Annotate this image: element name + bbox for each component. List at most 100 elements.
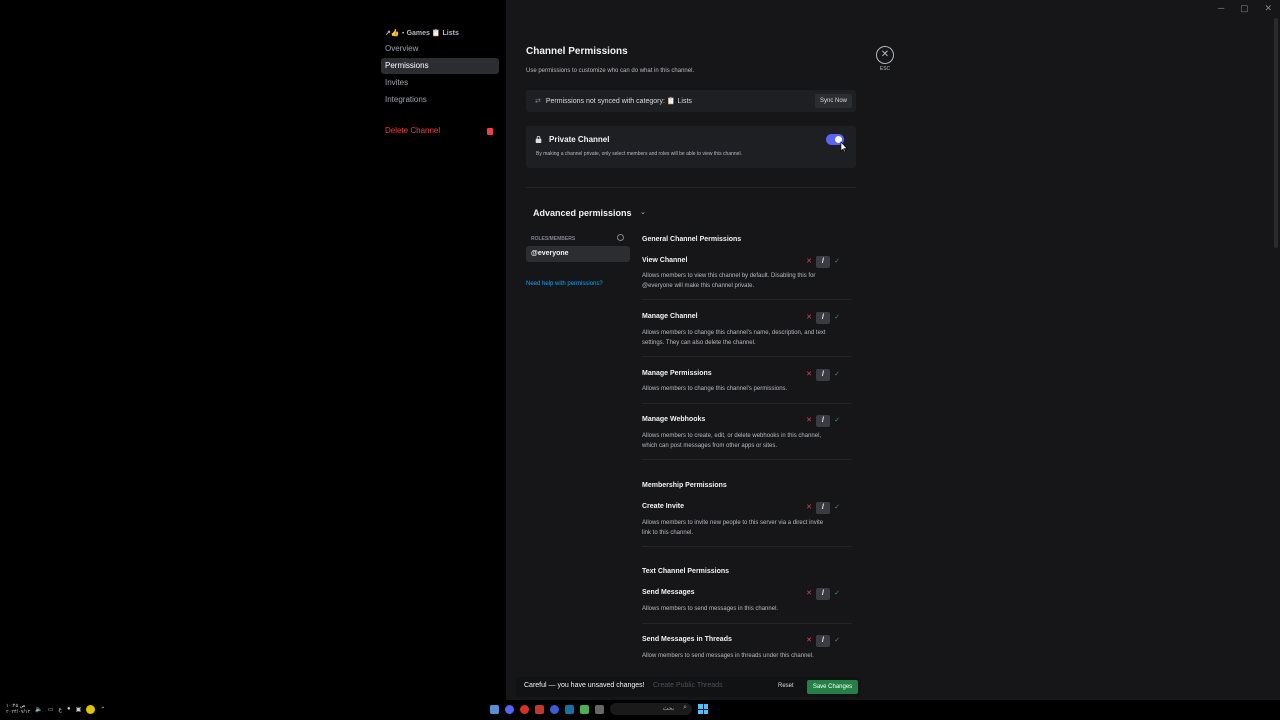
microphone-icon[interactable]: ● <box>67 706 71 712</box>
task-view-icon[interactable] <box>595 704 604 714</box>
allow-button[interactable]: ✓ <box>830 635 844 647</box>
sidebar-separator <box>381 108 499 122</box>
unsaved-changes-bar: Careful — you have unsaved changes! Crea… <box>516 677 861 697</box>
deny-button[interactable]: ✕ <box>802 415 816 427</box>
steam-app-icon[interactable] <box>565 704 574 714</box>
allow-button[interactable]: ✓ <box>830 415 844 427</box>
divider <box>642 623 852 624</box>
chrome-app-icon[interactable] <box>520 704 529 714</box>
neutral-button[interactable]: / <box>816 502 830 514</box>
tray-status-icon[interactable] <box>86 704 96 714</box>
language-indicator[interactable]: ع <box>58 706 62 713</box>
divider <box>642 356 852 357</box>
help-permissions-link[interactable]: Need help with permissions? <box>526 281 603 287</box>
unsync-icon: ⇄ <box>535 98 541 105</box>
allow-button[interactable]: ✓ <box>830 312 844 324</box>
divider <box>526 187 856 188</box>
sidebar-item-invites[interactable]: Invites <box>381 75 499 91</box>
network-icon[interactable]: ▭ <box>48 706 54 713</box>
divider <box>642 299 852 300</box>
perm-manage-permissions-controls: ✕ / ✓ <box>802 369 846 381</box>
neutral-button[interactable]: / <box>816 312 830 324</box>
sidebar-item-permissions[interactable]: Permissions <box>381 58 499 74</box>
lock-icon <box>535 136 542 143</box>
perm-manage-webhooks-desc-2: which can post messages from other apps … <box>642 443 778 449</box>
delete-channel-label: Delete Channel <box>385 126 441 135</box>
perm-manage-channel-desc-1: Allows members to change this channel's … <box>642 330 826 336</box>
close-icon[interactable]: ✕ <box>876 46 894 64</box>
close-settings[interactable]: ✕ ESC <box>876 46 894 72</box>
maximize-icon[interactable]: ▢ <box>1240 3 1249 14</box>
allow-button[interactable]: ✓ <box>830 588 844 600</box>
private-channel-title: Private Channel <box>549 135 610 144</box>
perm-send-messages-threads-controls: ✕ / ✓ <box>802 635 846 647</box>
speaker-icon[interactable]: 🔈 <box>35 706 42 713</box>
perm-manage-channel-desc-2: settings. They can also delete the chann… <box>642 340 756 346</box>
save-changes-button[interactable]: Save Changes <box>807 680 858 694</box>
perm-send-messages-threads-name: Send Messages in Threads <box>642 636 732 643</box>
taskbar-apps: بحث ⌕ <box>490 703 708 715</box>
page-subtitle: Use permissions to customize who can do … <box>526 68 695 74</box>
deny-button[interactable]: ✕ <box>802 502 816 514</box>
neutral-button[interactable]: / <box>816 369 830 381</box>
perm-create-invite-name: Create Invite <box>642 503 685 510</box>
scrollbar[interactable] <box>1274 18 1278 248</box>
perm-send-messages-desc-1: Allows members to send messages in this … <box>642 606 779 612</box>
deny-button[interactable]: ✕ <box>802 256 816 268</box>
section-membership-title: Membership Permissions <box>642 482 727 489</box>
deny-button[interactable]: ✕ <box>802 312 816 324</box>
private-channel-card: Private Channel By making a channel priv… <box>526 126 856 168</box>
perm-manage-channel-controls: ✕ / ✓ <box>802 312 846 324</box>
search-placeholder: بحث <box>662 706 674 712</box>
discord-app-icon[interactable] <box>505 704 514 714</box>
window-controls: ─ ▢ ✕ <box>1210 0 1280 16</box>
close-window-icon[interactable]: ✕ <box>1265 3 1273 14</box>
sync-notice-text: Permissions not synced with category: 📋 … <box>545 98 692 105</box>
allow-button[interactable]: ✓ <box>830 502 844 514</box>
clock[interactable]: ۱۰:۴۵ ص ۲۰۲۴/۰۷/۱۲ <box>6 703 30 715</box>
trash-icon <box>487 127 493 135</box>
perm-create-invite-controls: ✕ / ✓ <box>802 502 846 514</box>
deny-button[interactable]: ✕ <box>802 588 816 600</box>
divider <box>642 403 852 404</box>
allow-button[interactable]: ✓ <box>830 369 844 381</box>
notes-app-icon[interactable] <box>490 704 499 714</box>
channel-permissions-panel: ─ ▢ ✕ Channel Permissions Use permission… <box>506 0 1280 700</box>
windows-start-icon[interactable] <box>698 704 708 714</box>
neutral-button[interactable]: / <box>816 635 830 647</box>
perm-manage-permissions-desc-1: Allows members to change this channel's … <box>642 386 788 392</box>
deny-button[interactable]: ✕ <box>802 369 816 381</box>
advanced-permissions-title[interactable]: Advanced permissions <box>533 208 632 218</box>
browser-app-icon[interactable] <box>550 704 559 714</box>
obscured-permission-name: Create Public Threads <box>653 682 723 689</box>
deny-button[interactable]: ✕ <box>802 635 816 647</box>
perm-manage-webhooks-desc-1: Allows members to create, edit, or delet… <box>642 433 822 439</box>
neutral-button[interactable]: / <box>816 415 830 427</box>
unsaved-changes-text: Careful — you have unsaved changes! <box>524 682 645 689</box>
chevron-up-icon[interactable]: ⌃ <box>100 706 105 713</box>
sync-now-button[interactable]: Sync Now <box>814 94 852 108</box>
private-channel-description: By making a channel private, only select… <box>536 151 742 157</box>
perm-view-channel-name: View Channel <box>642 257 688 264</box>
taskbar-search[interactable]: بحث ⌕ <box>610 703 692 715</box>
add-role-icon[interactable] <box>617 234 624 241</box>
sidebar-item-overview[interactable]: Overview <box>381 41 499 57</box>
minimize-icon[interactable]: ─ <box>1218 3 1224 13</box>
reset-button[interactable]: Reset <box>778 683 794 689</box>
perm-send-messages-controls: ✕ / ✓ <box>802 588 846 600</box>
tray-app-icon[interactable]: ▣ <box>76 706 82 713</box>
page-title: Channel Permissions <box>526 46 628 57</box>
media-app-icon[interactable] <box>535 704 544 714</box>
neutral-button[interactable]: / <box>816 256 830 268</box>
allow-button[interactable]: ✓ <box>830 256 844 268</box>
settings-sidebar: ↗︎👍・Games 📋 Lists Overview Permissions I… <box>0 0 506 700</box>
role-item-everyone[interactable]: @everyone <box>526 246 630 262</box>
search-icon: ⌕ <box>683 704 687 711</box>
maps-app-icon[interactable] <box>580 704 589 714</box>
delete-channel-button[interactable]: Delete Channel <box>381 123 499 139</box>
perm-manage-webhooks-name: Manage Webhooks <box>642 416 706 423</box>
neutral-button[interactable]: / <box>816 588 830 600</box>
chevron-down-icon[interactable]: ⌄ <box>640 208 646 216</box>
perm-view-channel-desc-2: @everyone will make this channel private… <box>642 283 755 289</box>
sidebar-item-integrations[interactable]: Integrations <box>381 92 499 108</box>
